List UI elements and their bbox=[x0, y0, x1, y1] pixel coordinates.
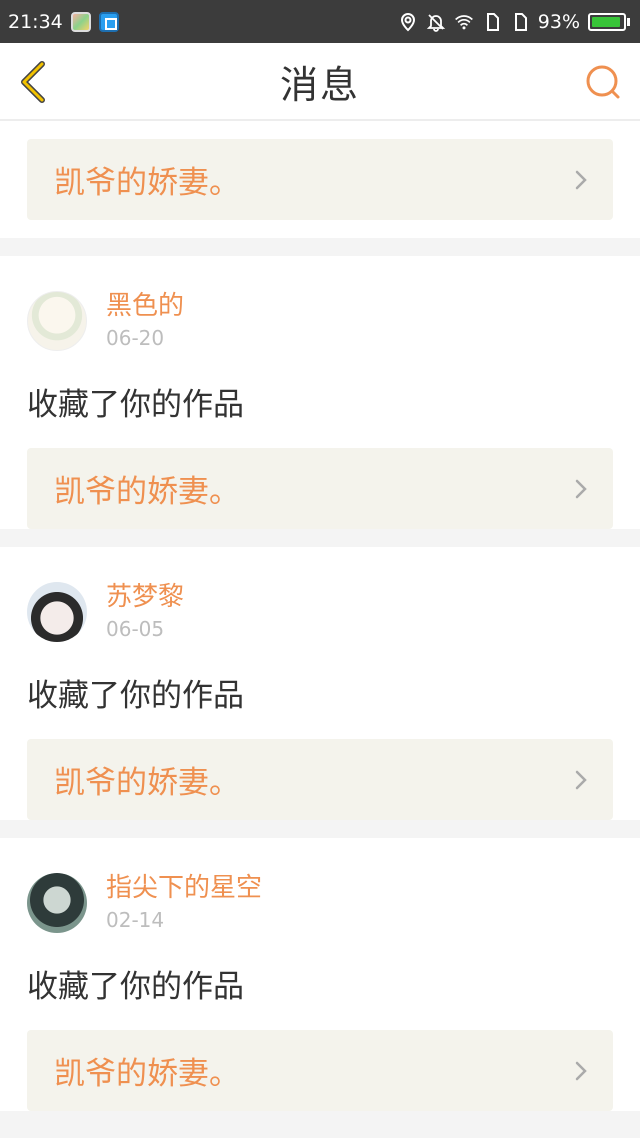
message-date: 06-20 bbox=[106, 326, 165, 350]
avatar[interactable] bbox=[27, 873, 87, 933]
message-action: 收藏了你的作品 bbox=[27, 387, 244, 423]
work-link[interactable]: 凯爷的娇妻。 bbox=[27, 1030, 613, 1111]
user-name[interactable]: 黑色的 bbox=[106, 289, 184, 323]
status-time: 21:34 bbox=[8, 10, 63, 33]
work-link[interactable]: 凯爷的娇妻。 bbox=[27, 139, 613, 220]
avatar[interactable] bbox=[27, 582, 87, 642]
chevron-right-icon bbox=[575, 770, 587, 789]
work-title: 凯爷的娇妻。 bbox=[54, 165, 240, 201]
message-list: 凯爷的娇妻。 黑色的 06-20 收藏了你的作品 凯爷的娇妻。 苏梦黎 06-0… bbox=[0, 121, 640, 1129]
work-link[interactable]: 凯爷的娇妻。 bbox=[27, 448, 613, 529]
message-card: 苏梦黎 06-05 收藏了你的作品 凯爷的娇妻。 bbox=[0, 547, 640, 820]
nav-header: 消息 bbox=[0, 43, 640, 121]
chevron-right-icon bbox=[575, 170, 587, 189]
bell-off-icon bbox=[426, 13, 445, 32]
message-user[interactable]: 指尖下的星空 02-14 bbox=[27, 838, 613, 942]
page-title: 消息 bbox=[279, 62, 360, 107]
message-date: 02-14 bbox=[106, 908, 165, 932]
work-link[interactable]: 凯爷的娇妻。 bbox=[27, 739, 613, 820]
message-card: 凯爷的娇妻。 bbox=[0, 121, 640, 238]
back-chevron-icon[interactable] bbox=[12, 57, 56, 107]
location-icon bbox=[400, 12, 415, 31]
work-title: 凯爷的娇妻。 bbox=[54, 765, 240, 801]
user-name[interactable]: 指尖下的星空 bbox=[106, 871, 262, 905]
battery-icon bbox=[588, 12, 630, 31]
sim-icon bbox=[486, 12, 499, 31]
status-bar: 21:34 93% bbox=[0, 0, 640, 43]
sim-icon bbox=[514, 12, 527, 31]
work-title: 凯爷的娇妻。 bbox=[54, 1056, 240, 1092]
message-date: 06-05 bbox=[106, 617, 165, 641]
message-action: 收藏了你的作品 bbox=[27, 969, 244, 1005]
screenshot-notification-icon bbox=[98, 11, 119, 32]
message-card: 指尖下的星空 02-14 收藏了你的作品 凯爷的娇妻。 bbox=[0, 838, 640, 1111]
wifi-icon bbox=[454, 14, 473, 29]
search-icon[interactable] bbox=[582, 61, 626, 105]
avatar[interactable] bbox=[27, 291, 87, 351]
message-user[interactable]: 苏梦黎 06-05 bbox=[27, 547, 613, 651]
work-title: 凯爷的娇妻。 bbox=[54, 474, 240, 510]
user-name[interactable]: 苏梦黎 bbox=[106, 580, 184, 614]
message-action: 收藏了你的作品 bbox=[27, 678, 244, 714]
message-card: 黑色的 06-20 收藏了你的作品 凯爷的娇妻。 bbox=[0, 256, 640, 529]
battery-percent: 93% bbox=[537, 10, 580, 33]
app-notification-icon bbox=[70, 11, 91, 32]
message-user[interactable]: 黑色的 06-20 bbox=[27, 256, 613, 360]
chevron-right-icon bbox=[575, 1061, 587, 1080]
chevron-right-icon bbox=[575, 479, 587, 498]
